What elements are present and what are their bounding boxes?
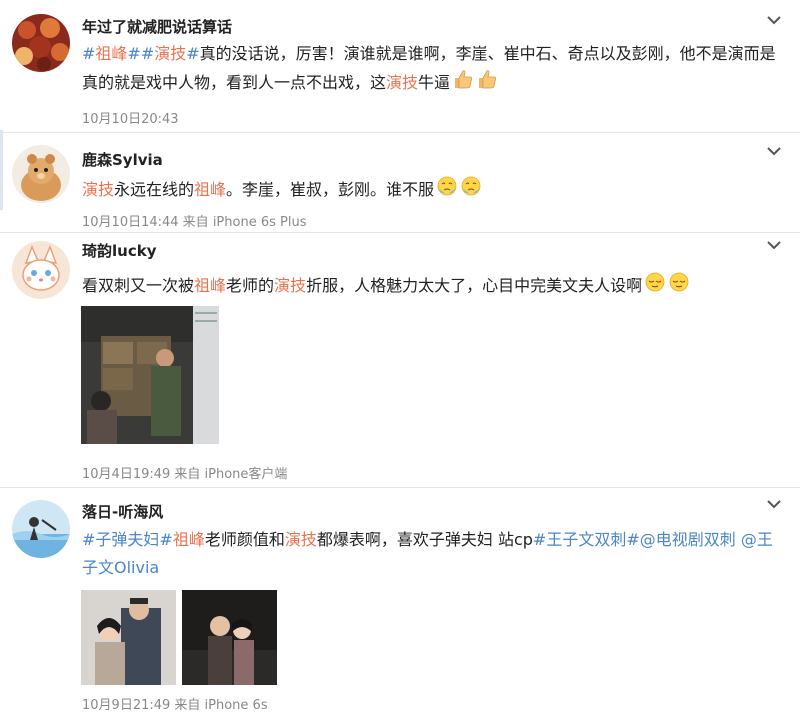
comment-text-segment: 折服，人格魅力太大了，心目中完美文夫人设啊 xyxy=(306,276,643,295)
keyword-link[interactable]: 演技 xyxy=(285,530,317,549)
comment-item: 落日-听海风 #子弹夫妇#祖峰老师颜值和演技都爆表啊，喜欢子弹夫妇 站cp#王子… xyxy=(0,488,800,722)
keyword-link[interactable]: 祖峰 xyxy=(194,180,226,199)
comment-timestamp: 10月10日14:44 来自 iPhone 6s Plus xyxy=(82,215,307,230)
hashtag-link[interactable]: #子弹夫妇# xyxy=(82,530,173,549)
comment-feed: 年过了就减肥说话算话 #祖峰##演技#真的没话说，厉害！演谁就是谁啊，李崖、崔中… xyxy=(0,0,800,722)
hashtag-link[interactable]: @电视剧双刺 xyxy=(640,530,736,549)
avatar[interactable] xyxy=(12,145,70,203)
comment-item: 琦韵lucky 看双刺又一次被祖峰老师的演技折服，人格魅力太大了，心目中完美文夫… xyxy=(0,233,800,488)
comment-item: 年过了就减肥说话算话 #祖峰##演技#真的没话说，厉害！演谁就是谁啊，李崖、崔中… xyxy=(0,0,800,130)
attached-image[interactable] xyxy=(182,590,277,685)
comment-text-segment: 都爆表啊，喜欢子弹夫妇 站cp xyxy=(316,530,533,549)
comment-text-segment: 。李崖，崔叔，彭刚。谁不服 xyxy=(226,180,435,199)
avatar[interactable] xyxy=(12,14,70,72)
chevron-down-icon[interactable] xyxy=(766,239,782,251)
comment-text-segment: 老师颜值和 xyxy=(204,530,285,549)
chevron-down-icon[interactable] xyxy=(766,14,782,26)
comment-item: 鹿森Sylvia 演技永远在线的祖峰。李崖，崔叔，彭刚。谁不服 10月10日14… xyxy=(0,133,800,233)
relieved-icon xyxy=(644,271,666,302)
comment-text: #子弹夫妇#祖峰老师颜值和演技都爆表啊，喜欢子弹夫妇 站cp#王子文双刺#@电视… xyxy=(82,526,786,582)
hashtag-link[interactable]: # xyxy=(82,44,95,63)
attached-image[interactable] xyxy=(81,590,176,685)
comment-text: 看双刺又一次被祖峰老师的演技折服，人格魅力太大了，心目中完美文夫人设啊 xyxy=(82,271,786,302)
comment-text: 演技永远在线的祖峰。李崖，崔叔，彭刚。谁不服 xyxy=(82,175,786,206)
keyword-link[interactable]: 演技 xyxy=(154,44,186,63)
chevron-down-icon[interactable] xyxy=(766,145,782,157)
keyword-link[interactable]: 祖峰 xyxy=(194,276,226,295)
thumbs-up-icon xyxy=(476,68,498,99)
keyword-link[interactable]: 祖峰 xyxy=(95,44,127,63)
hashtag-link[interactable]: # xyxy=(127,44,140,63)
keyword-link[interactable]: 祖峰 xyxy=(173,530,205,549)
comment-text-segment: 看双刺又一次被 xyxy=(82,276,195,295)
hashtag-link[interactable]: #王子文双刺# xyxy=(533,530,640,549)
attached-image[interactable] xyxy=(81,306,219,444)
username[interactable]: 琦韵lucky xyxy=(82,240,156,261)
relieved-icon xyxy=(668,271,690,302)
hashtag-link[interactable]: # xyxy=(141,44,154,63)
crying-icon xyxy=(436,175,458,206)
avatar[interactable] xyxy=(12,241,70,299)
crying-icon xyxy=(460,175,482,206)
comment-text-segment: 牛逼 xyxy=(418,73,451,92)
comment-text-segment: 老师的 xyxy=(226,276,275,295)
keyword-link[interactable]: 演技 xyxy=(82,180,114,199)
keyword-link[interactable]: 演技 xyxy=(274,276,306,295)
comment-timestamp: 10月10日20:43 xyxy=(82,112,179,127)
hashtag-link[interactable]: # xyxy=(186,44,199,63)
username[interactable]: 落日-听海风 xyxy=(82,501,163,522)
avatar[interactable] xyxy=(12,500,70,558)
comment-text: #祖峰##演技#真的没话说，厉害！演谁就是谁啊，李崖、崔中石、奇点以及彭刚，他不… xyxy=(82,40,786,99)
comment-timestamp: 10月9日21:49 来自 iPhone 6s xyxy=(82,698,268,713)
thumbs-up-icon xyxy=(452,68,474,99)
chevron-down-icon[interactable] xyxy=(766,498,782,510)
keyword-link[interactable]: 演技 xyxy=(386,73,418,92)
username[interactable]: 鹿森Sylvia xyxy=(82,149,163,170)
comment-timestamp: 10月4日19:49 来自 iPhone客户端 xyxy=(82,467,288,482)
username[interactable]: 年过了就减肥说话算话 xyxy=(82,16,232,37)
comment-text-segment: 永远在线的 xyxy=(114,180,195,199)
